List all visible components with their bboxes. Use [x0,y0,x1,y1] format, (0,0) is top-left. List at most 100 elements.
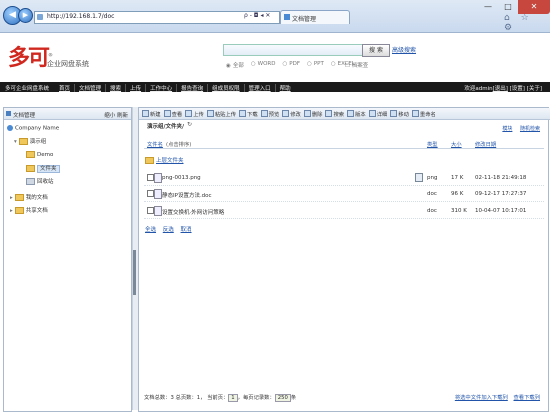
add-to-download-list-link[interactable]: 将选中文件加入下载列 [455,395,508,401]
row-checkbox[interactable] [147,207,154,214]
file-type: png [427,175,438,181]
file-date: 10-04-07 10:17:01 [475,208,527,214]
minimize-button[interactable]: — [478,0,498,14]
view-download-list-link[interactable]: 查看下载列 [514,395,541,401]
total-pages: 总页数：1， [175,395,206,401]
current-page-input[interactable]: 1 [228,394,238,402]
search-icon [325,110,333,117]
welcome-text: 欢迎admin [464,86,493,92]
cancel-selection-link[interactable]: 取消 [181,227,192,233]
upload-label: 上传 [193,111,204,118]
view-icon [163,110,171,117]
nav-upload[interactable]: 上传 [125,84,145,92]
nav-permissions[interactable]: 组成员权限 [207,84,244,92]
row-checkbox[interactable] [147,174,154,181]
random-search-link[interactable]: 随机检索 [520,126,540,132]
browser-tab[interactable]: 文档管理 [280,10,350,24]
tree-header: 文档管理 缩小 刷新 [4,108,131,120]
edit-button[interactable]: 修改 [282,110,301,118]
move-button[interactable]: 移动 [390,110,409,118]
tree-demo-group-label: 演示组 [29,139,47,145]
search-button[interactable]: 搜 索 [362,44,390,57]
browser-toolbar-icons[interactable]: ⌂ ☆ ⚙ [504,13,550,33]
table-row[interactable]: 设置交换机·外网访问策略 doc 310 K 10-04-07 10:17:01 [144,204,544,219]
version-label: 版本 [355,111,366,118]
filter-pdf[interactable]: PDF [282,61,300,69]
about-link[interactable]: [关于] [527,86,542,92]
upload-button[interactable]: 上传 [185,110,204,118]
archive-query-checkbox[interactable]: 档案查 [345,61,369,69]
file-name[interactable]: png-0013.png [162,175,201,181]
type-icon [415,173,423,182]
search-input[interactable] [223,44,368,56]
invert-selection-link[interactable]: 反选 [163,227,174,233]
nav-admin[interactable]: 管理入口 [243,84,275,92]
settings-link[interactable]: [设置] [510,86,525,92]
row-checkbox[interactable] [147,190,154,197]
nav-work-center[interactable]: 工作中心 [145,84,176,92]
details-button[interactable]: 详细 [368,110,387,118]
tree-buttons: 缩小 刷新 [104,111,128,119]
new-button[interactable]: 新建 [142,110,161,118]
nav-search[interactable]: 搜索 [105,84,125,92]
file-type: doc [427,191,437,197]
rename-icon [411,110,419,117]
module-link[interactable]: 模块 [502,126,512,132]
table-row[interactable]: png-0013.png png 17 K 02-11-18 21:49:18 [144,171,544,186]
filter-word[interactable]: WORD [251,61,276,69]
file-name[interactable]: 设置交换机·外网访问策略 [162,208,224,216]
expand-toggle-icon[interactable]: ▸ [10,195,13,201]
search-button-toolbar[interactable]: 搜索 [325,110,344,118]
tree-my-docs[interactable]: ▸ 我的文档 [10,193,48,201]
user-bar: 欢迎admin[退出] [设置] [关于] [464,84,542,92]
address-tools[interactable]: ρ - ◘ ◂ ✕ [244,12,270,19]
sort-note: (点击排序) [166,142,192,148]
filter-all[interactable]: 全部 [226,61,244,69]
version-button[interactable]: 版本 [347,110,366,118]
table-row[interactable]: 静态IP设置方法.doc doc 96 K 09-12-17 17:27:37 [144,187,544,202]
view-button[interactable]: 查看 [163,110,182,118]
forward-button[interactable]: ▶ [18,8,33,23]
file-size: 96 K [451,191,464,197]
column-type[interactable]: 类型 [427,140,438,148]
close-button[interactable]: ✕ [518,0,550,14]
filter-ppt[interactable]: PPT [307,61,324,69]
tree-shared-docs[interactable]: ▸ 共享文档 [10,206,48,214]
file-type-filters: 全部 WORD PDF PPT EXCEL [226,61,355,69]
column-size[interactable]: 大小 [451,140,462,148]
doc-count: 文档总数：3 [144,395,174,401]
folder-icon [18,138,28,145]
advanced-search-link[interactable]: 高级搜索 [392,45,416,54]
select-all-link[interactable]: 全选 [145,227,156,233]
column-name[interactable]: 文件名 [147,140,163,148]
per-page-input[interactable]: 250 [274,394,291,402]
nav-doc-management[interactable]: 文档管理 [74,84,105,92]
nav-reports[interactable]: 报告查询 [176,84,207,92]
tree-recycle-label: 回收站 [37,179,54,185]
expand-toggle-icon[interactable]: ▸ [10,208,13,214]
new-label: 新建 [150,111,161,118]
collapse-button[interactable]: 缩小 [104,113,115,119]
tree-company[interactable]: Company Name [7,125,59,132]
collapse-toggle-icon[interactable]: ▾ [14,139,17,145]
file-name[interactable]: 静态IP设置方法.doc [162,191,212,199]
recycle-bin-icon [26,178,35,185]
up-folder-link[interactable]: 上层文件夹 [145,156,184,164]
nav-help[interactable]: 帮助 [274,84,295,92]
delete-button[interactable]: 删除 [303,110,322,118]
preview-button[interactable]: 预览 [260,110,279,118]
column-modified[interactable]: 修改日期 [475,140,496,148]
maximize-button[interactable]: □ [498,0,518,14]
tree-recycle[interactable]: 回收站 [26,177,54,185]
nav-home[interactable]: 首页 [55,84,74,92]
download-button[interactable]: 下载 [239,110,258,118]
tree-files[interactable]: 文件夹 [26,164,60,173]
tree-demo-group[interactable]: ▾ 演示组 [14,137,46,145]
refresh-icon[interactable]: ↻ [187,121,192,128]
paste-upload-button[interactable]: 粘贴上传 [206,110,236,118]
rename-button[interactable]: 重命名 [411,110,436,118]
exit-link[interactable]: [退出] [493,86,508,92]
tree-demo[interactable]: Demo [26,151,53,158]
refresh-button[interactable]: 刷新 [117,113,128,119]
splitter-handle[interactable] [133,250,136,295]
